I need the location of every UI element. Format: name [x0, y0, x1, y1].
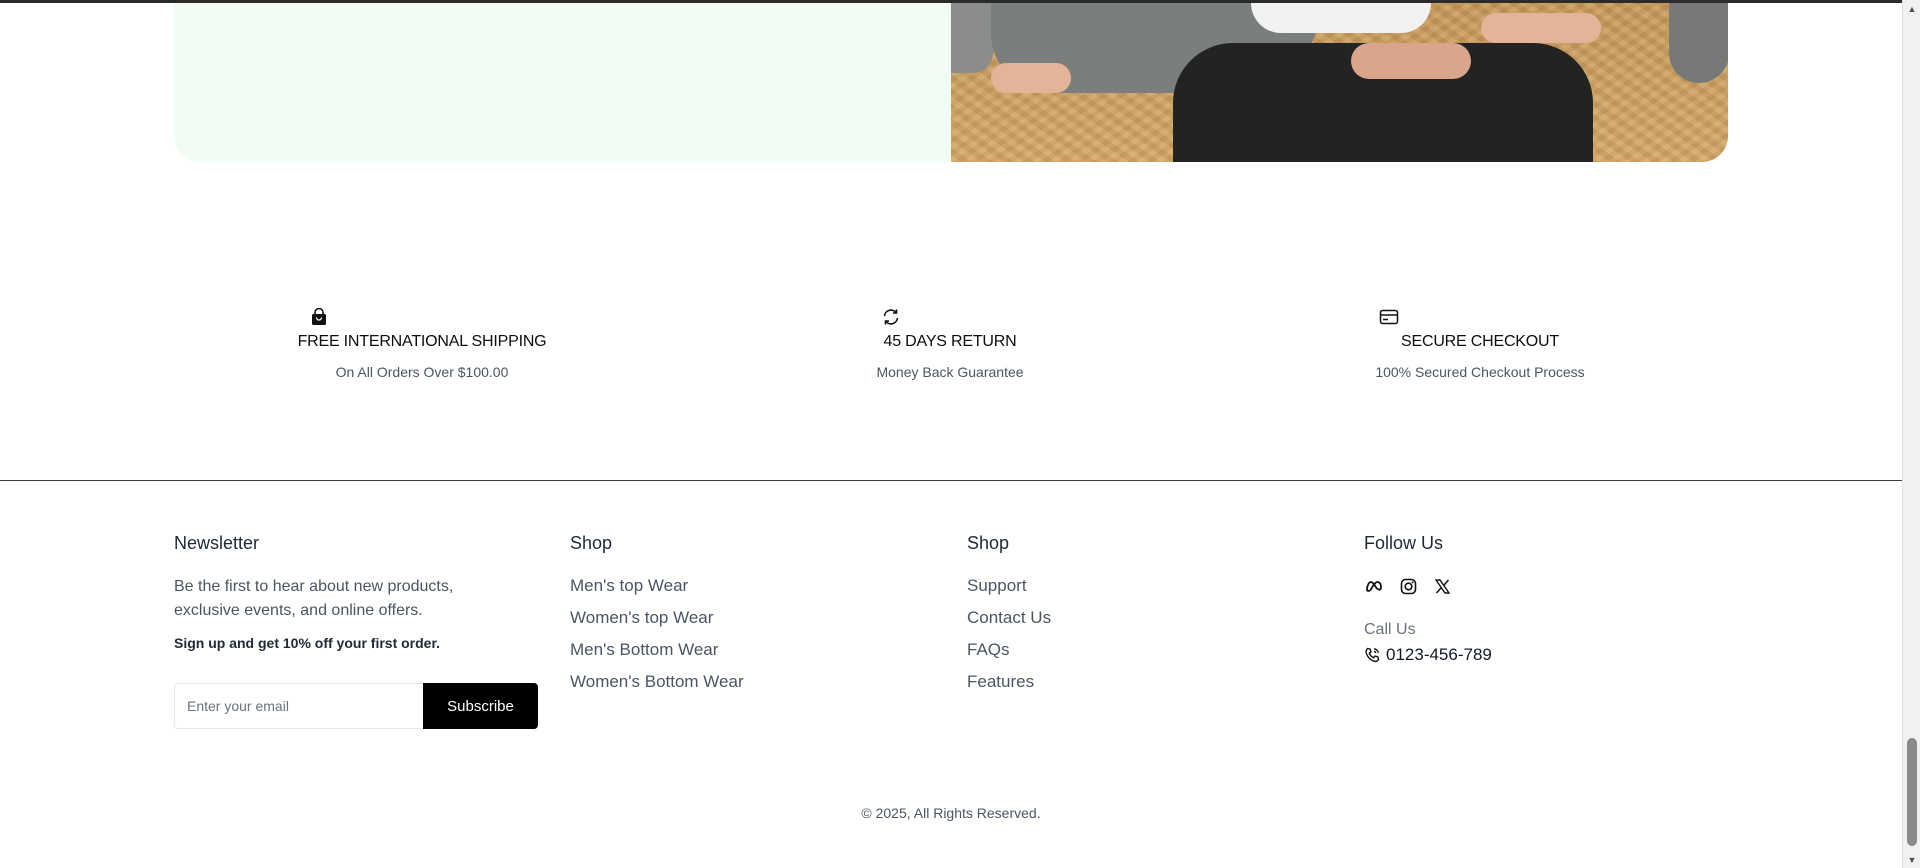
shop-column: Shop Men's top Wear Women's top Wear Men…: [570, 533, 870, 703]
refresh-icon: [883, 309, 899, 325]
credit-card-icon: [1379, 309, 1399, 325]
feature-subtitle: On All Orders Over $100.00: [335, 364, 509, 380]
support-heading: Shop: [967, 533, 1010, 553]
newsletter-heading: Newsletter: [174, 533, 260, 553]
support-column: Shop Support Contact Us FAQs Features: [967, 533, 1267, 703]
follow-column: Follow Us Call Us 0123-456-789: [1364, 533, 1664, 665]
footer-link[interactable]: Women's top Wear: [570, 607, 870, 639]
email-input[interactable]: [174, 683, 423, 729]
x-icon[interactable]: [1432, 576, 1452, 596]
footer-link[interactable]: Support: [967, 575, 1267, 607]
phone-number[interactable]: 0123-456-789: [1364, 645, 1664, 665]
footer-link[interactable]: Men's top Wear: [570, 575, 870, 607]
shop-links: Men's top Wear Women's top Wear Men's Bo…: [570, 575, 870, 703]
features-strip: FREE INTERNATIONAL SHIPPING On All Order…: [0, 308, 1902, 388]
instagram-icon[interactable]: [1398, 576, 1418, 596]
copyright-text: © 2025, All Rights Reserved.: [861, 805, 1041, 821]
feature-subtitle: 100% Secured Checkout Process: [1375, 364, 1585, 380]
hero-yoga-image: [951, 3, 1728, 162]
footer-link[interactable]: Men's Bottom Wear: [570, 639, 870, 671]
phone-text: 0123-456-789: [1386, 645, 1492, 664]
follow-heading: Follow Us: [1364, 533, 1444, 553]
footer-link[interactable]: Contact Us: [967, 607, 1267, 639]
site-footer: Newsletter Be the first to hear about ne…: [0, 481, 1902, 868]
feature-subtitle: Money Back Guarantee: [876, 364, 1024, 380]
footer-link[interactable]: Women's Bottom Wear: [570, 671, 870, 703]
hero-text-panel: [174, 3, 951, 162]
shopping-bag-icon: [312, 308, 326, 325]
newsletter-form: Subscribe: [174, 683, 538, 729]
support-links: Support Contact Us FAQs Features: [967, 575, 1267, 703]
page: FREE INTERNATIONAL SHIPPING On All Order…: [0, 0, 1902, 868]
scrollbar-thumb[interactable]: [1907, 738, 1917, 846]
scroll-down-arrow-icon[interactable]: ▼: [1903, 851, 1920, 868]
footer-link[interactable]: Features: [967, 671, 1267, 703]
call-us-label: Call Us: [1364, 621, 1416, 638]
newsletter-description: Be the first to hear about new products,…: [174, 578, 454, 619]
phone-icon: [1365, 647, 1380, 663]
page-scrollbar[interactable]: ▲ ▼: [1902, 0, 1920, 868]
feature-title: FREE INTERNATIONAL SHIPPING: [297, 333, 547, 350]
meta-icon[interactable]: [1364, 576, 1384, 596]
social-links: [1364, 575, 1664, 597]
subscribe-button[interactable]: Subscribe: [423, 683, 538, 729]
hero-banner: [174, 3, 1728, 162]
scroll-up-arrow-icon[interactable]: ▲: [1903, 0, 1920, 17]
feature-title: 45 DAYS RETURN: [883, 333, 1017, 350]
feature-title: SECURE CHECKOUT: [1401, 333, 1559, 350]
footer-link[interactable]: FAQs: [967, 639, 1267, 671]
shop-heading: Shop: [570, 533, 613, 553]
newsletter-offer: Sign up and get 10% off your first order…: [174, 635, 441, 651]
newsletter-column: Newsletter Be the first to hear about ne…: [174, 533, 544, 729]
